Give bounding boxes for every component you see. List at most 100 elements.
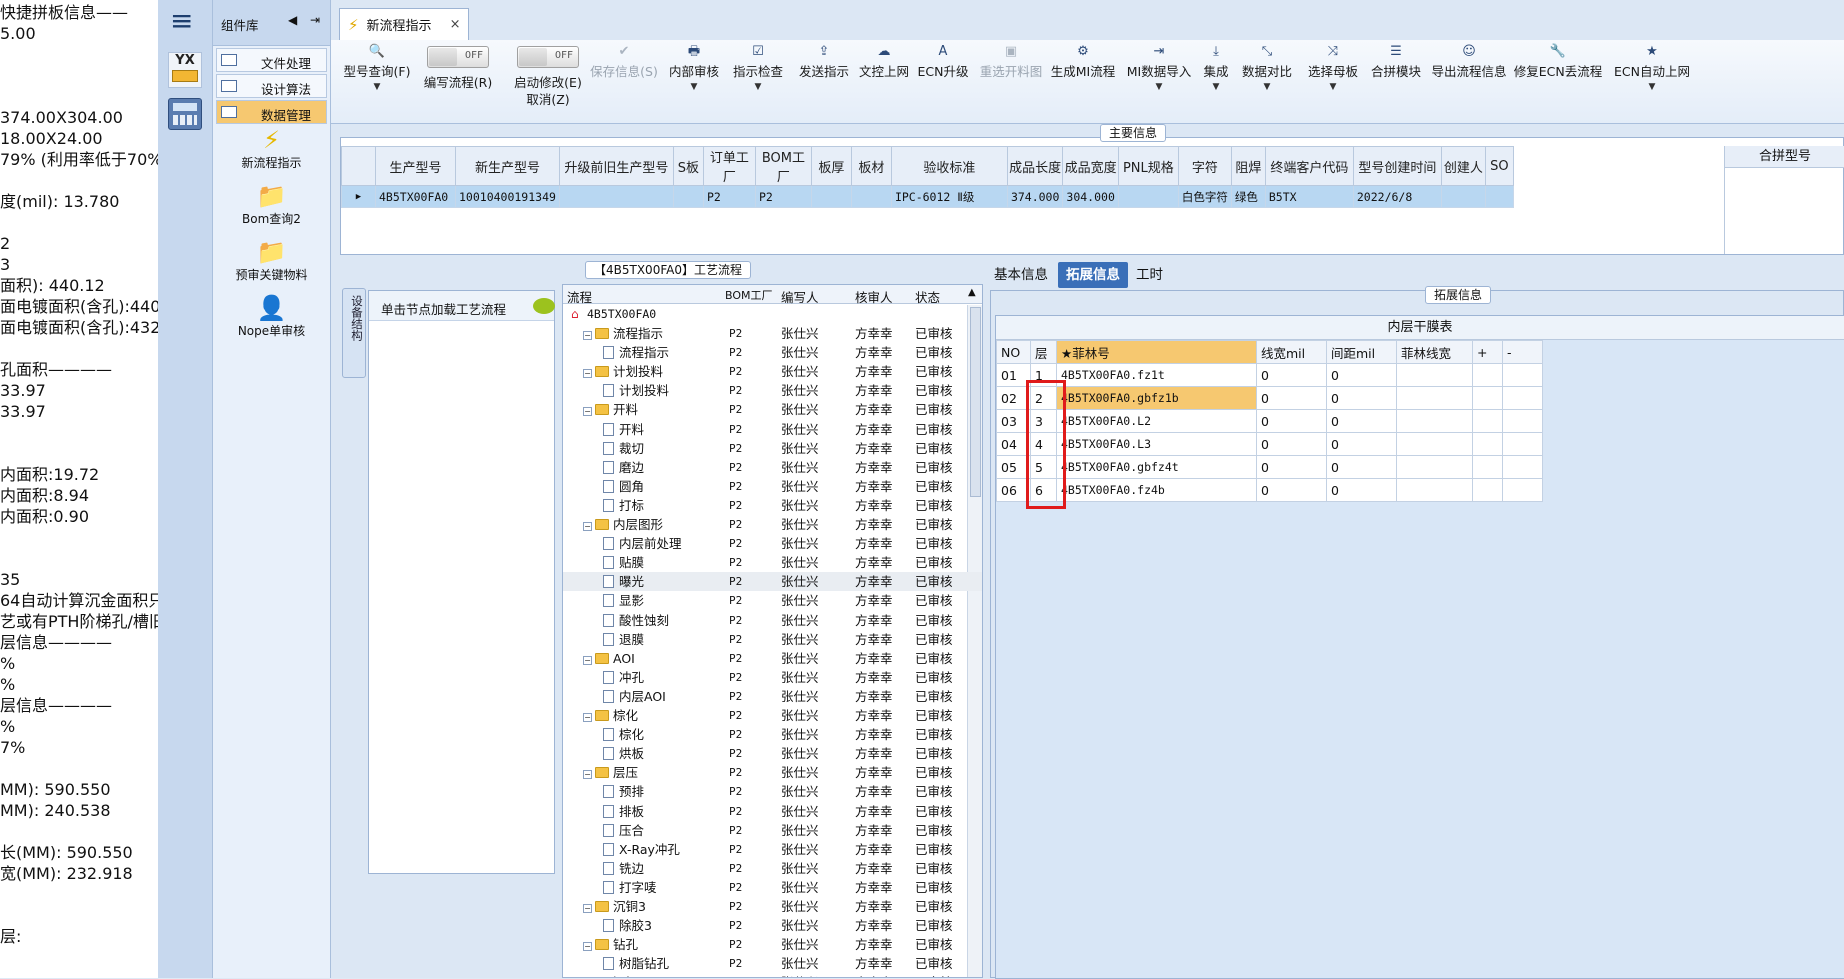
tree-row[interactable]: 圆角 P2 张仕兴 方幸幸 已审核	[563, 477, 982, 496]
tree-row[interactable]: 排板 P2 张仕兴 方幸幸 已审核	[563, 802, 982, 821]
tree-row[interactable]: 烘板 P2 张仕兴 方幸幸 已审核	[563, 744, 982, 763]
ribbon-btn-13[interactable]: ⤡ 数据对比 ▼	[1236, 40, 1298, 124]
film-row[interactable]: 05 5 4B5TX00FA0.gbfz4t 0 0	[996, 455, 1543, 479]
film-cell[interactable]: 4B5TX00FA0.fz1t	[1056, 363, 1257, 387]
table-cell[interactable]	[672, 185, 704, 208]
tree-row[interactable]: 开料 P2 张仕兴 方幸幸 已审核	[563, 420, 982, 439]
column-header[interactable]: 阻焊	[1230, 146, 1266, 186]
film-cell[interactable]	[1396, 409, 1473, 433]
film-cell[interactable]: 0	[1326, 432, 1397, 456]
table-cell[interactable]: 10010400191349	[455, 185, 560, 208]
tree-row[interactable]: 曝光 P2 张仕兴 方幸幸 已审核	[563, 572, 982, 592]
film-cell[interactable]	[1396, 363, 1473, 387]
collapse-icon[interactable]: −	[583, 942, 592, 952]
tree-row[interactable]: 计划投料 P2 张仕兴 方幸幸 已审核	[563, 381, 982, 400]
column-header[interactable]: 生产型号	[375, 146, 456, 186]
ribbon-btn-3[interactable]: ✔ 保存信息(S)	[583, 40, 665, 124]
tree-row[interactable]: 除胶3 P2 张仕兴 方幸幸 已审核	[563, 916, 982, 935]
table-cell[interactable]: B5TX	[1264, 185, 1354, 208]
film-cell[interactable]	[1502, 432, 1543, 456]
table-cell[interactable]: 绿色	[1230, 185, 1266, 208]
film-cell[interactable]: 4B5TX00FA0.L3	[1056, 432, 1257, 456]
film-cell[interactable]: 4B5TX00FA0.fz4b	[1056, 478, 1257, 502]
collapse-icon[interactable]: −	[583, 713, 592, 722]
film-cell[interactable]	[1472, 409, 1503, 433]
collapse-icon[interactable]: −	[583, 331, 592, 340]
film-cell[interactable]	[1396, 386, 1473, 410]
film-row[interactable]: 04 4 4B5TX00FA0.L3 0 0	[996, 432, 1543, 456]
table-cell[interactable]	[558, 185, 674, 208]
film-cell[interactable]: 0	[1326, 478, 1397, 502]
tree-col-header[interactable]: 核审人	[855, 287, 893, 306]
film-col-header[interactable]: 层	[1030, 340, 1057, 364]
library-item-0[interactable]: 文件处理	[216, 48, 327, 72]
table-cell[interactable]: P2	[702, 185, 756, 208]
film-row[interactable]: 02 2 4B5TX00FA0.gbfz1b 0 0	[996, 386, 1543, 410]
column-header[interactable]: 验收标准	[890, 146, 1008, 186]
film-cell[interactable]	[1472, 363, 1503, 387]
film-cell[interactable]: 0	[1256, 478, 1327, 502]
column-header[interactable]: BOM工厂	[754, 146, 812, 186]
library-item-1[interactable]: 设计算法	[216, 74, 327, 98]
tree-row[interactable]: − 流程指示 P2 张仕兴 方幸幸 已审核	[563, 324, 982, 343]
ribbon-btn-6[interactable]: ⇪ 发送指示	[793, 40, 855, 124]
film-col-header[interactable]: 菲林线宽	[1396, 340, 1473, 364]
tree-row[interactable]: − 棕化 P2 张仕兴 方幸幸 已审核	[563, 706, 982, 725]
column-header[interactable]: 板材	[850, 146, 892, 186]
collapse-icon[interactable]: −	[583, 655, 592, 665]
collapse-icon[interactable]: −	[583, 522, 592, 531]
launcher-2[interactable]: 📁 预审关键物料	[213, 238, 330, 292]
tree-row[interactable]: − AOI P2 张仕兴 方幸幸 已审核	[563, 649, 982, 668]
tree-row[interactable]: − 层压 P2 张仕兴 方幸幸 已审核	[563, 763, 982, 782]
film-cell[interactable]	[1502, 363, 1543, 387]
film-row[interactable]: 03 3 4B5TX00FA0.L2 0 0	[996, 409, 1543, 433]
ribbon-btn-9[interactable]: ▣ 重选开料图	[976, 40, 1046, 124]
collapse-icon[interactable]: −	[583, 369, 592, 379]
tree-row[interactable]: 铣边 P2 张仕兴 方幸幸 已审核	[563, 859, 982, 878]
library-item-2[interactable]: 数据管理	[216, 100, 327, 124]
pin-icon[interactable]: ⇥	[310, 13, 320, 27]
ribbon-btn-11[interactable]: ⇥ MI数据导入 ▼	[1122, 40, 1196, 124]
launcher-0[interactable]: ⚡ 新流程指示	[213, 126, 330, 180]
column-header[interactable]: SO	[1484, 146, 1514, 186]
film-col-header[interactable]: -	[1502, 340, 1543, 364]
tab-0[interactable]: 基本信息	[986, 262, 1056, 288]
film-cell[interactable]: 4B5TX00FA0.gbfz1b	[1056, 386, 1257, 410]
toggle-switch[interactable]: OFF	[517, 46, 579, 68]
film-cell[interactable]	[1396, 432, 1473, 456]
tree-row[interactable]: X-Ray冲孔 P2 张仕兴 方幸幸 已审核	[563, 840, 982, 859]
collapse-left-icon[interactable]: ◀	[288, 13, 297, 27]
film-cell[interactable]: 0	[1256, 386, 1327, 410]
tree-row[interactable]: 内层AOI P2 张仕兴 方幸幸 已审核	[563, 687, 982, 706]
tree-row[interactable]: 流程指示 P2 张仕兴 方幸幸 已审核	[563, 343, 982, 362]
ribbon-btn-17[interactable]: 🔧 修复ECN丢流程	[1512, 40, 1604, 124]
film-col-header[interactable]: +	[1472, 340, 1503, 364]
film-cell[interactable]	[1472, 386, 1503, 410]
close-icon[interactable]: ×	[450, 17, 461, 32]
film-cell[interactable]	[1472, 432, 1503, 456]
table-cell[interactable]: 白色字符	[1177, 185, 1232, 208]
app-logo[interactable]: YX	[168, 52, 202, 88]
table-cell[interactable]: 4B5TX00FA0	[375, 185, 456, 208]
film-col-header[interactable]: 间距mil	[1326, 340, 1397, 364]
table-cell[interactable]	[1484, 185, 1514, 208]
table-cell[interactable]	[850, 185, 892, 208]
hint-box[interactable]: 单击节点加载工艺流程	[368, 290, 555, 874]
tree-row[interactable]: 贴膜 P2 张仕兴 方幸幸 已审核	[563, 553, 982, 572]
column-header[interactable]: 创建人	[1440, 146, 1486, 186]
tree-row[interactable]: 内层前处理 P2 张仕兴 方幸幸 已审核	[563, 534, 982, 553]
film-cell[interactable]	[1396, 455, 1473, 479]
table-cell[interactable]: 374.000	[1006, 185, 1064, 208]
tree-row[interactable]: 退膜 P2 张仕兴 方幸幸 已审核	[563, 630, 982, 649]
column-header[interactable]: 型号创建时间	[1352, 146, 1442, 186]
ribbon-btn-16[interactable]: ☺ 导出流程信息	[1428, 40, 1510, 124]
film-cell[interactable]: 0	[1256, 363, 1327, 387]
table-cell[interactable]: 2022/6/8	[1352, 185, 1442, 208]
tree-row[interactable]: − 计划投料 P2 张仕兴 方幸幸 已审核	[563, 362, 982, 381]
ribbon-btn-8[interactable]: A ECN升级	[913, 40, 973, 124]
table-row[interactable]: ▶ 4B5TX00FA0 10010400191349 P2 P2 IPC-6012 Ⅱ级…	[341, 185, 1514, 208]
tree-row[interactable]: 裁切 P2 张仕兴 方幸幸 已审核	[563, 439, 982, 458]
tree-row[interactable]: 打字唛 P2 张仕兴 方幸幸 已审核	[563, 878, 982, 897]
film-cell[interactable]: 0	[1256, 455, 1327, 479]
film-cell[interactable]	[1502, 409, 1543, 433]
